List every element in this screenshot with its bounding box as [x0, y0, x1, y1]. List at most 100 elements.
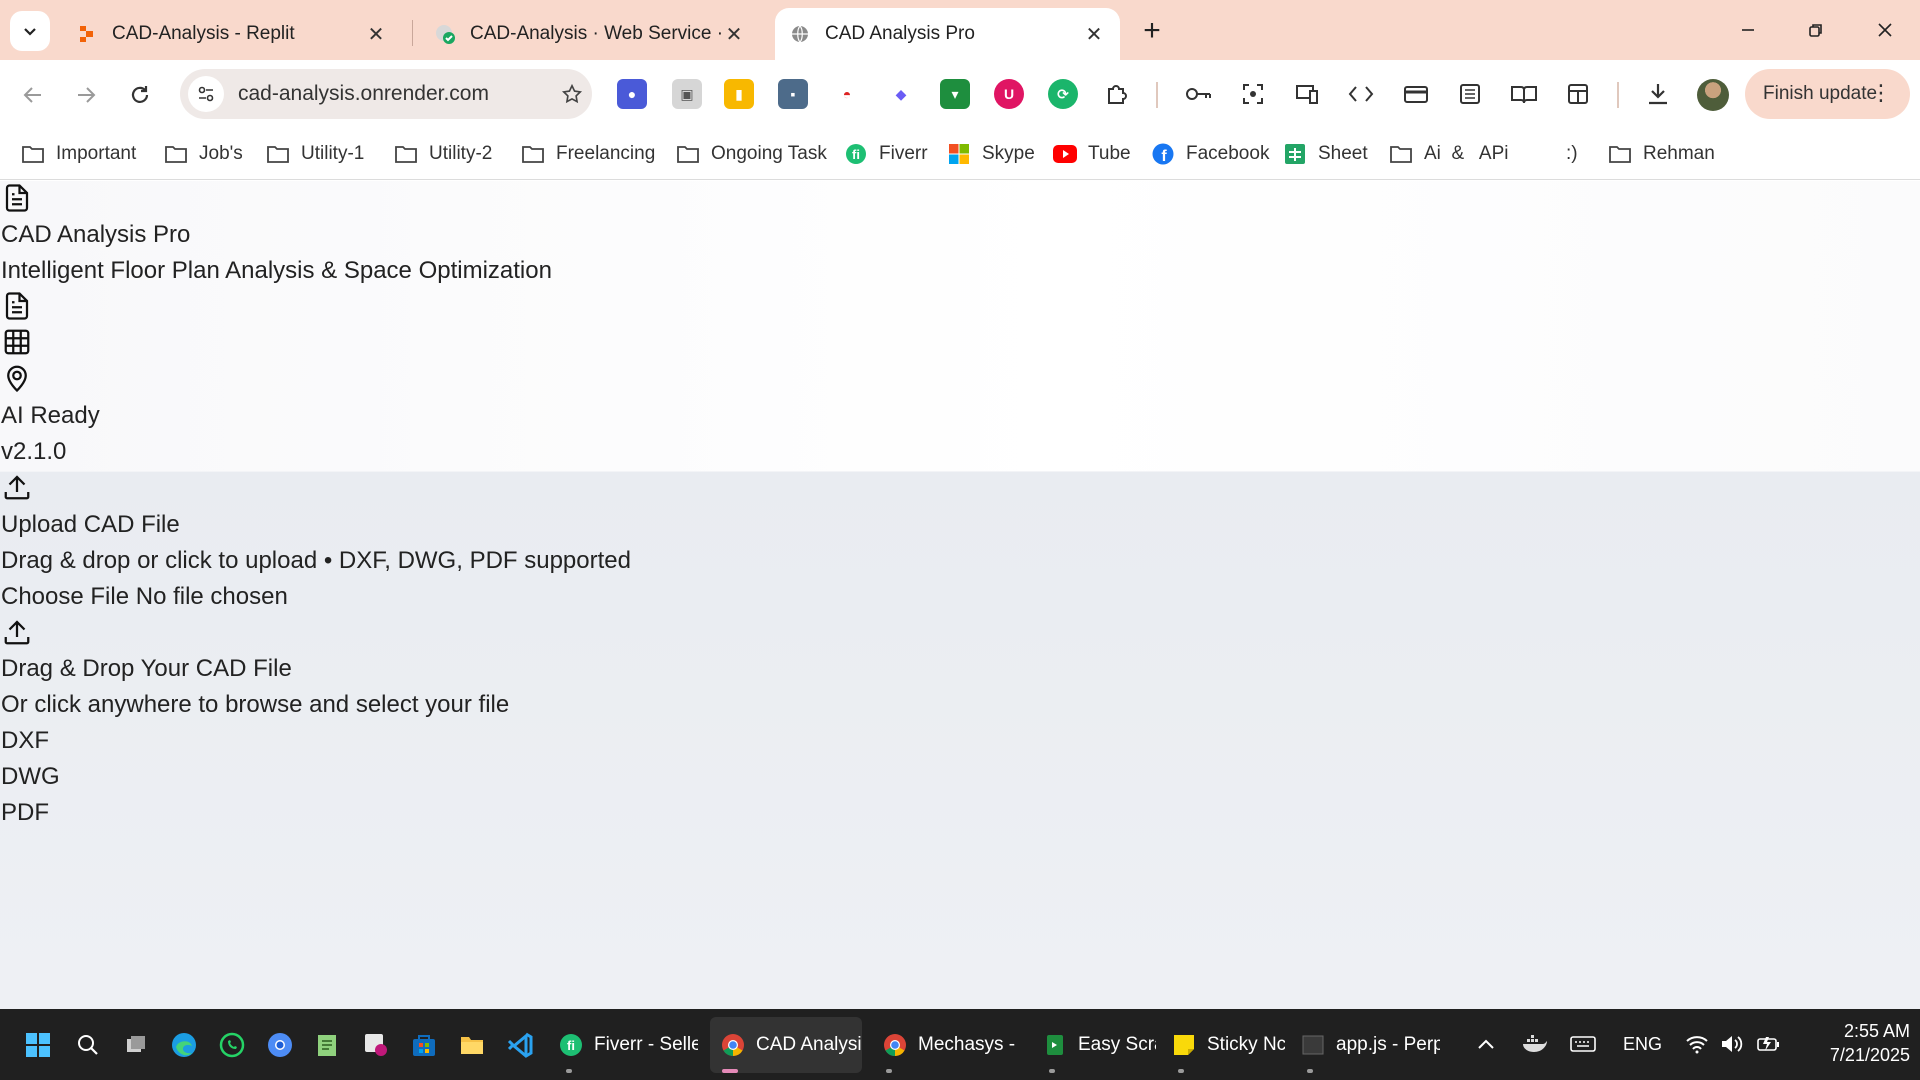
close-tab-icon[interactable]: ✕ [364, 22, 388, 46]
tab-render[interactable]: CAD-Analysis · Web Service · R ✕ [420, 8, 760, 60]
whatsapp-icon[interactable] [218, 1031, 246, 1059]
tab-title: CAD Analysis Pro [825, 23, 975, 44]
back-button[interactable] [13, 75, 53, 115]
notepad-icon[interactable] [314, 1031, 342, 1059]
forward-button[interactable] [66, 75, 106, 115]
upload-icon[interactable] [2, 617, 32, 647]
bookmark-sheet[interactable]: Sheet [1282, 138, 1368, 170]
minimize-button[interactable] [1728, 14, 1768, 46]
pokeball-extension-icon[interactable]: ◓ [832, 79, 862, 109]
windows-start-icon[interactable] [24, 1031, 52, 1059]
taskbar-app-label: app.js - Perp [1336, 1034, 1440, 1055]
bookmark-skype[interactable]: Skype [946, 138, 1035, 170]
kebab-menu-icon[interactable]: ⋮ [1870, 82, 1892, 104]
card-icon[interactable] [1401, 79, 1431, 109]
system-clock[interactable]: 2:55 AM 7/21/2025 [1800, 1019, 1910, 1067]
close-tab-icon[interactable]: ✕ [1082, 22, 1106, 46]
reader-mode-icon[interactable] [1509, 79, 1539, 109]
screenshot-icon[interactable] [1238, 79, 1268, 109]
extension-icon[interactable]: ◆ [886, 79, 916, 109]
extension-icon[interactable]: ⟳ [1048, 79, 1078, 109]
folder-icon [163, 143, 189, 165]
bookmark-label: Tube [1088, 143, 1131, 164]
bookmark-folder-utility-1[interactable]: Utility-1 [265, 138, 364, 170]
tab-replit[interactable]: CAD-Analysis - Replit ✕ [62, 8, 402, 60]
bookmark-folder-jobs[interactable]: Job's [163, 138, 243, 170]
bookmark-fiverr[interactable]: fi Fiverr [843, 138, 928, 170]
bookmark-smiley[interactable]: :) [1566, 138, 1578, 170]
password-key-icon[interactable] [1183, 79, 1213, 109]
keyboard-icon[interactable] [1570, 1029, 1596, 1059]
show-hidden-icons-button[interactable] [1476, 1029, 1496, 1059]
drop-zone-title[interactable]: Drag & Drop Your CAD File [1, 655, 292, 683]
url-text[interactable]: cad-analysis.onrender.com [238, 82, 552, 106]
tab-search-button[interactable] [10, 11, 50, 51]
download-icon[interactable] [1643, 79, 1673, 109]
sticky-notes-icon [1171, 1032, 1197, 1058]
new-tab-button[interactable]: + [1135, 14, 1169, 48]
facebook-icon: f [1150, 143, 1176, 165]
language-indicator[interactable]: ENG [1623, 1029, 1662, 1059]
volume-icon[interactable] [1720, 1029, 1746, 1059]
chrome-canary-icon[interactable] [266, 1031, 294, 1059]
vscode-icon[interactable] [506, 1031, 534, 1059]
taskbar-app-chrome-cad[interactable]: CAD Analysi: [710, 1017, 862, 1073]
tab-layout-icon[interactable] [1563, 79, 1593, 109]
sheets-icon [1282, 143, 1308, 165]
bookmark-tube[interactable]: Tube [1052, 138, 1131, 170]
search-icon[interactable] [74, 1031, 102, 1059]
task-view-icon[interactable] [122, 1031, 150, 1059]
taskbar-app-label: CAD Analysi: [756, 1034, 862, 1055]
bookmark-folder-ongoing-task[interactable]: Ongoing Task [675, 138, 827, 170]
bookmark-folder-freelancing[interactable]: Freelancing [520, 138, 655, 170]
close-window-button[interactable] [1865, 14, 1905, 46]
easy-scraper-icon [1042, 1032, 1068, 1058]
folder-icon [393, 143, 419, 165]
address-bar[interactable]: cad-analysis.onrender.com [180, 69, 592, 119]
reading-list-icon[interactable] [1455, 79, 1485, 109]
file-input[interactable]: Choose File No file chosen [1, 583, 288, 611]
edge-icon[interactable] [170, 1031, 198, 1059]
file-explorer-icon[interactable] [458, 1031, 486, 1059]
taskbar-app-perplexity[interactable]: app.js - Perp [1290, 1017, 1440, 1073]
extension-icon[interactable]: ▪ [778, 79, 808, 109]
profile-avatar[interactable] [1697, 79, 1729, 111]
ublock-extension-icon[interactable]: U [994, 79, 1024, 109]
reload-button[interactable] [120, 75, 160, 115]
taskbar-app-label: Mechasys - ( [918, 1034, 1020, 1055]
snipping-tool-icon[interactable] [362, 1031, 390, 1059]
extension-icon[interactable]: ▮ [724, 79, 754, 109]
battery-icon[interactable] [1756, 1029, 1782, 1059]
code-icon[interactable] [1346, 79, 1376, 109]
drop-zone-hint[interactable]: Or click anywhere to browse and select y… [1, 691, 509, 719]
taskbar-app-chrome-mechasys[interactable]: Mechasys - ( [872, 1017, 1020, 1073]
wifi-icon[interactable] [1685, 1029, 1709, 1059]
bookmark-folder-important[interactable]: Important [20, 138, 136, 170]
restore-button[interactable] [1796, 14, 1836, 46]
running-indicator [566, 1069, 572, 1073]
arrow-right-icon [78, 87, 96, 103]
bookmark-folder-rehman[interactable]: Rehman [1607, 138, 1715, 170]
taskbar-app-easy-scraper[interactable]: Easy Scra [1032, 1017, 1156, 1073]
extension-icon[interactable]: ▣ [672, 79, 702, 109]
bookmark-facebook[interactable]: f Facebook [1150, 138, 1269, 170]
docker-icon[interactable] [1522, 1029, 1548, 1059]
close-tab-icon[interactable]: ✕ [722, 22, 746, 46]
bookmark-folder-ai-api[interactable]: Ai & APi [1388, 138, 1508, 170]
microsoft-icon [946, 143, 972, 165]
taskbar-app-fiverr[interactable]: fi Fiverr - Selle [548, 1017, 698, 1073]
microsoft-store-icon[interactable] [410, 1031, 438, 1059]
choose-file-button[interactable]: Choose File [1, 583, 136, 610]
bookmark-folder-utility-2[interactable]: Utility-2 [393, 138, 492, 170]
tab-cad-analysis-pro[interactable]: CAD Analysis Pro ✕ [775, 8, 1120, 60]
fiverr-icon: fi [558, 1032, 584, 1058]
bookmark-star-icon[interactable] [552, 83, 592, 105]
finish-update-button[interactable]: Finish update ⋮ [1745, 69, 1910, 119]
device-mode-icon[interactable] [1292, 79, 1322, 109]
extension-icon[interactable]: ● [617, 79, 647, 109]
extension-icon[interactable]: ▾ [940, 79, 970, 109]
extensions-puzzle-icon[interactable] [1102, 79, 1132, 109]
taskbar-app-sticky-notes[interactable]: Sticky Nc [1161, 1017, 1285, 1073]
site-info-icon[interactable] [188, 76, 224, 112]
finish-update-label: Finish update [1763, 83, 1878, 104]
